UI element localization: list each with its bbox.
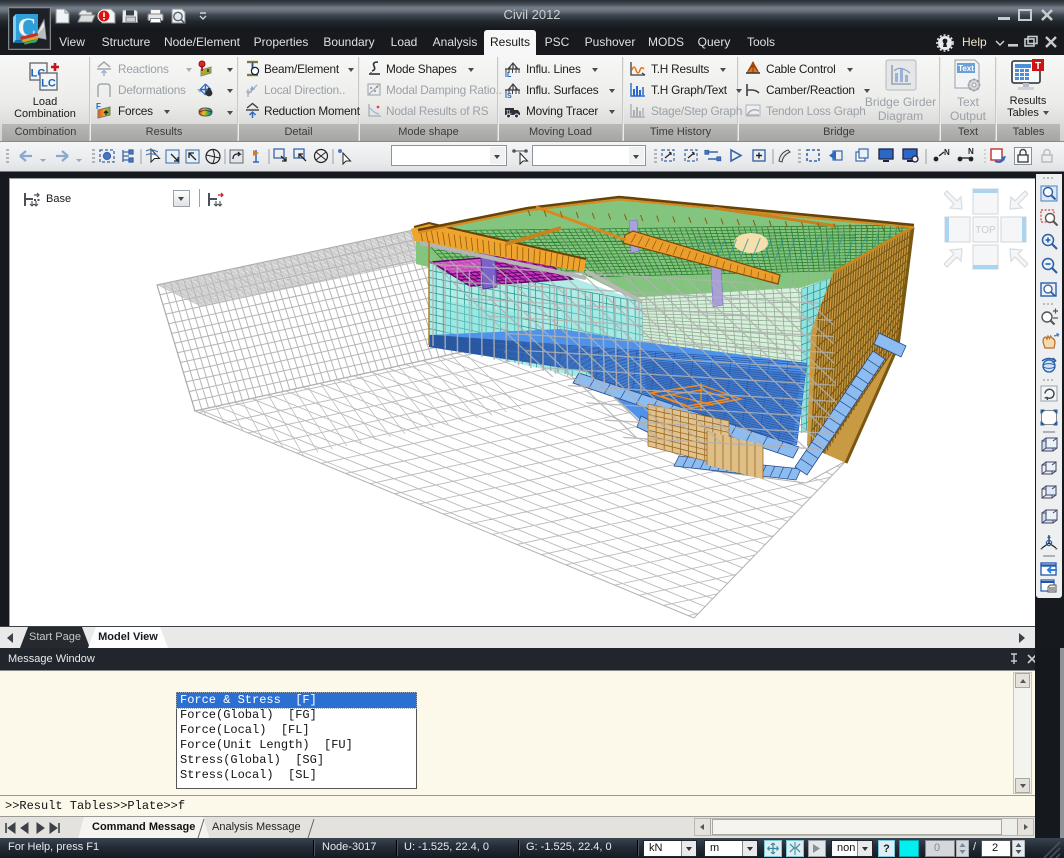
svg-text:N: N xyxy=(968,147,974,156)
svg-text:LC: LC xyxy=(41,78,56,90)
svg-text:F: F xyxy=(96,102,101,111)
svg-text:N: N xyxy=(944,148,950,157)
